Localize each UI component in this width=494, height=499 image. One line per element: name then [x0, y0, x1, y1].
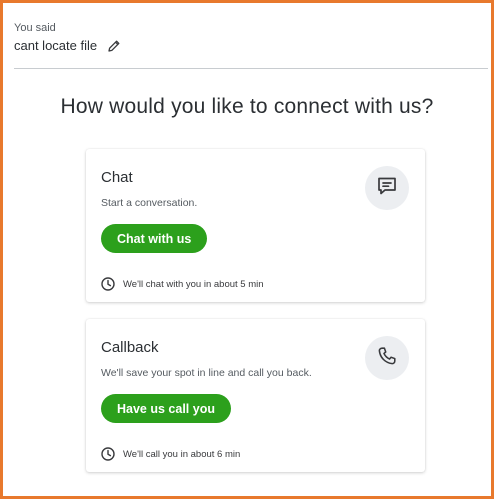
- callback-wait-time: We'll call you in about 6 min: [101, 447, 240, 461]
- chat-option-card: Chat Start a conversation. Chat with us …: [86, 149, 425, 302]
- phone-icon-circle: [365, 336, 409, 380]
- chat-bubble-icon: [376, 175, 398, 202]
- chat-icon-circle: [365, 166, 409, 210]
- chat-wait-time: We'll chat with you in about 5 min: [101, 277, 264, 291]
- divider: [14, 68, 488, 69]
- pencil-edit-icon[interactable]: [107, 39, 121, 53]
- query-row: cant locate file: [14, 38, 121, 53]
- user-query-text: cant locate file: [14, 38, 98, 53]
- window-frame: You said cant locate file How would you …: [0, 0, 494, 499]
- chat-with-us-button[interactable]: Chat with us: [101, 224, 208, 253]
- chat-card-title: Chat: [101, 169, 133, 186]
- clock-icon: [101, 447, 115, 461]
- chat-wait-text: We'll chat with you in about 5 min: [123, 278, 264, 290]
- phone-icon: [376, 345, 398, 372]
- callback-card-title: Callback: [101, 339, 159, 356]
- callback-wait-text: We'll call you in about 6 min: [123, 448, 241, 460]
- clock-icon: [101, 277, 115, 291]
- chat-card-description: Start a conversation.: [101, 197, 198, 209]
- have-us-call-you-button[interactable]: Have us call you: [101, 394, 231, 423]
- page-heading: How would you like to connect with us?: [60, 95, 434, 118]
- callback-card-description: We'll save your spot in line and call yo…: [101, 367, 312, 379]
- you-said-label: You said: [14, 22, 56, 34]
- callback-option-card: Callback We'll save your spot in line an…: [86, 319, 425, 472]
